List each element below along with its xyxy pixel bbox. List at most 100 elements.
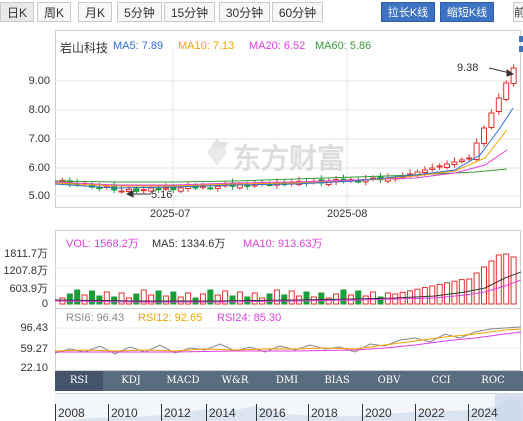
timeline-year: 2014 <box>209 406 236 420</box>
price-tick: 8.00 <box>28 104 50 116</box>
rsi-tick: 59.27 <box>20 343 48 355</box>
volume-tick: 0 <box>41 298 48 310</box>
volume-tick: 1811.7万 <box>4 248 48 260</box>
volume-bar <box>229 295 236 305</box>
volume-bar <box>88 290 95 305</box>
price-tick: 5.00 <box>28 190 50 202</box>
restore-tab[interactable]: 前 <box>513 2 523 22</box>
volume-bar <box>481 266 488 305</box>
watermark-text: 东方财富 <box>233 142 345 175</box>
timeline-year: 2024 <box>471 406 498 420</box>
tab-bias[interactable]: BIAS <box>313 371 361 391</box>
candle-body <box>488 112 495 128</box>
price-tick: 6.00 <box>28 162 50 174</box>
volume-bar <box>429 285 436 305</box>
candle-body <box>244 184 251 187</box>
volume-bar <box>66 293 73 305</box>
volume-chart <box>55 253 521 305</box>
volume-bar <box>251 292 258 305</box>
volume-bar <box>177 296 184 305</box>
volume-bar <box>421 287 428 305</box>
timeline-year: 2020 <box>365 406 392 420</box>
candle-body <box>140 189 147 192</box>
candle-body <box>481 127 488 144</box>
candle-body <box>177 187 184 192</box>
tab-cci[interactable]: CCI <box>417 371 465 391</box>
timeline-year: 2008 <box>58 406 85 420</box>
volume-bar <box>303 291 310 305</box>
volume-bar <box>325 297 332 305</box>
timeline-year: 2010 <box>111 406 138 420</box>
rsi-tick: 96.43 <box>20 322 48 334</box>
volume-bar <box>74 289 81 305</box>
tab-obv[interactable]: OBV <box>365 371 413 391</box>
volume-bar <box>495 254 502 305</box>
volume-bar <box>473 272 480 305</box>
volume-bar <box>370 291 377 305</box>
shrink-kline-button[interactable]: 缩短K线 <box>440 2 494 22</box>
candle-body <box>96 187 103 189</box>
tab-60min[interactable]: 60分钟 <box>272 2 323 22</box>
volume-bar <box>355 290 362 305</box>
candle-body <box>436 165 443 168</box>
volume-bar <box>162 295 169 305</box>
volume-bar <box>214 294 221 305</box>
candle-body <box>421 169 428 173</box>
volume-bar <box>288 290 295 305</box>
volume-bar <box>488 260 495 305</box>
tab-roc[interactable]: ROC <box>469 371 517 391</box>
volume-bar <box>451 280 458 305</box>
tab-15min[interactable]: 15分钟 <box>164 2 215 22</box>
period-toolbar: 日K 周K 月K 5分钟 15分钟 30分钟 60分钟 拉长K线 缩短K线 前 <box>0 0 523 26</box>
volume-bar <box>133 293 140 305</box>
candle-body <box>214 185 221 189</box>
volume-bar <box>281 294 288 305</box>
volume-bar <box>444 282 451 305</box>
candle-body <box>133 188 140 192</box>
tab-dmi[interactable]: DMI <box>263 371 311 391</box>
indicator-tab-bar: RSI KDJ MACD W&R DMI BIAS OBV CCI ROC <box>55 371 523 391</box>
candle-body <box>451 161 458 165</box>
candle-body <box>118 190 125 193</box>
watermark-logo <box>207 138 229 166</box>
candle-body <box>207 187 214 190</box>
history-timeline[interactable]: 2008 2010 2012 2014 2016 2018 2020 2022 … <box>55 393 523 421</box>
volume-bar <box>199 293 206 305</box>
timeline-year: 2016 <box>259 406 286 420</box>
candle-body <box>444 163 451 168</box>
candle-body <box>495 97 502 112</box>
date-tick: 2025-07 <box>150 208 191 220</box>
volume-bar <box>340 289 347 305</box>
tab-5min[interactable]: 5分钟 <box>117 2 162 22</box>
volume-bar <box>81 294 88 305</box>
price-tick: 7.00 <box>28 133 50 145</box>
candle-body <box>125 188 132 192</box>
tab-kdj[interactable]: KDJ <box>107 371 155 391</box>
date-tick: 2025-08 <box>327 208 368 220</box>
tab-daily-k[interactable]: 日K <box>0 2 34 22</box>
candle-body <box>503 82 510 100</box>
volume-bar <box>510 256 517 305</box>
volume-bar <box>96 295 103 305</box>
tab-wr[interactable]: W&R <box>211 371 259 391</box>
tab-monthly-k[interactable]: 月K <box>78 2 112 22</box>
price-tick: 9.00 <box>28 75 50 87</box>
volume-bar <box>266 293 273 305</box>
candle-body <box>466 157 473 160</box>
tab-30min[interactable]: 30分钟 <box>219 2 270 22</box>
tab-rsi[interactable]: RSI <box>55 371 103 391</box>
volume-bar <box>503 253 510 305</box>
tab-weekly-k[interactable]: 周K <box>37 2 71 22</box>
candlestick-chart: 东方财富 9.38 5.16 <box>55 48 521 208</box>
rsi-chart <box>55 326 521 355</box>
volume-bar <box>148 294 155 305</box>
stretch-kline-button[interactable]: 拉长K线 <box>381 2 435 22</box>
volume-bar <box>103 291 110 305</box>
candle-body <box>458 159 465 162</box>
tab-macd[interactable]: MACD <box>159 371 207 391</box>
volume-tick: 603.9万 <box>9 283 48 295</box>
timeline-year: 2022 <box>418 406 445 420</box>
high-marker-label: 9.38 <box>457 62 478 74</box>
timeline-year: 2018 <box>311 406 338 420</box>
volume-tick: 1207.8万 <box>3 265 48 277</box>
